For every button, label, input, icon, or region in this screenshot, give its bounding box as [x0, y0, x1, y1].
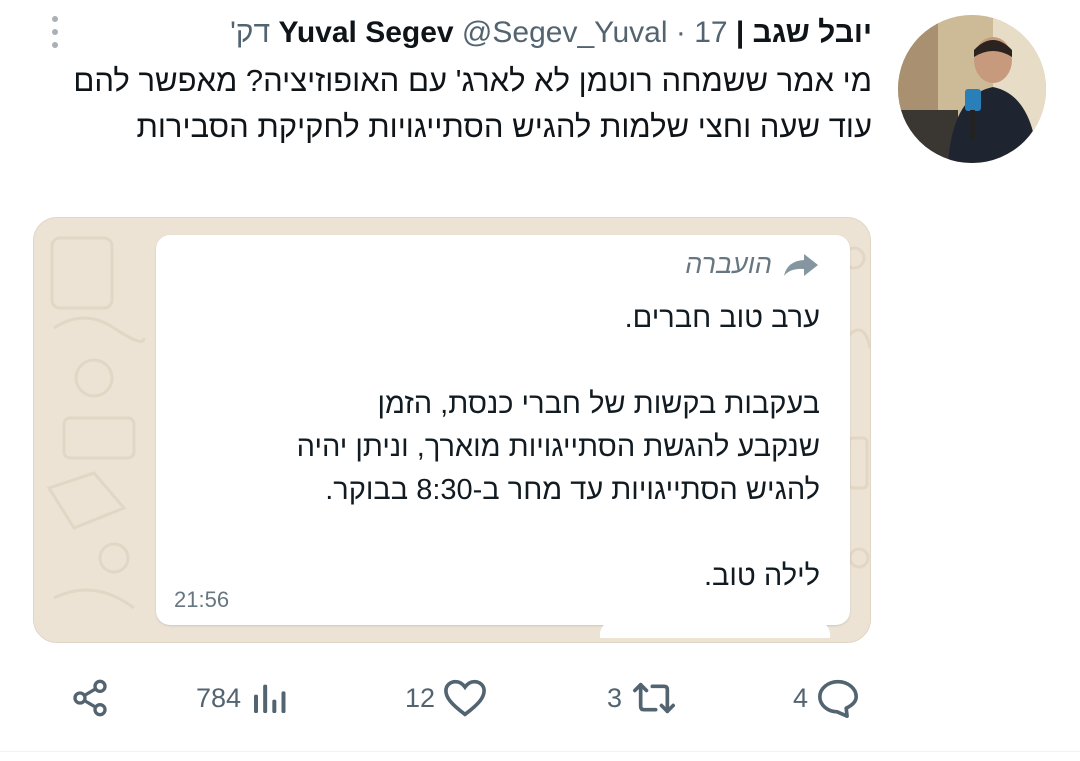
message-line: ערב טוב חברים. [624, 302, 820, 334]
tweet-action-bar: 784 12 3 4 [0, 670, 1080, 730]
tweet-text: מי אמר ששמחה רוטמן לא לארג' עם האופוזיצי… [73, 63, 872, 144]
message-line: שנקבע להגשת הסתייגויות מוארך, וניתן יהיה [296, 431, 820, 463]
message-line: לילה טוב. [704, 560, 820, 592]
author-name[interactable]: Yuval Segev [278, 16, 453, 49]
share-icon [73, 679, 107, 717]
tweet-media[interactable]: הועברה ערב טוב חברים. בעקבות בקשות של חב… [33, 217, 871, 643]
forwarded-label: הועברה [685, 249, 772, 279]
name-separator: | [735, 16, 745, 49]
next-bubble-edge [600, 622, 830, 638]
reply-icon [818, 679, 859, 718]
author-name-he[interactable]: יובל שגב [753, 16, 872, 49]
like-icon [444, 679, 486, 717]
views-button[interactable]: 784 [196, 678, 289, 718]
message-body: ערב טוב חברים. בעקבות בקשות של חברי כנסת… [180, 297, 820, 598]
message-timestamp: 21:56 [174, 587, 230, 612]
author-avatar[interactable] [898, 15, 1046, 163]
forward-arrow-icon [784, 253, 818, 276]
retweet-button[interactable]: 3 [607, 678, 678, 718]
avatar-photo [898, 15, 1046, 163]
likes-count: 12 [405, 682, 436, 713]
forwarded-message-bubble: הועברה ערב טוב חברים. בעקבות בקשות של חב… [156, 235, 850, 625]
reply-button[interactable]: 4 [793, 678, 860, 718]
dot-separator: · [675, 16, 686, 49]
more-icon[interactable] [45, 12, 65, 52]
views-count: 784 [196, 682, 242, 713]
retweets-count: 3 [607, 682, 623, 713]
bottom-divider [0, 751, 1080, 752]
retweet-icon [633, 682, 676, 714]
message-line: בעקבות בקשות של חברי כנסת, הזמן [377, 388, 820, 420]
message-line: להגיש הסתייגויות עד מחר ב-8:30 בבוקר. [325, 474, 820, 506]
forwarded-row: הועברה [685, 249, 820, 280]
share-button[interactable] [70, 678, 110, 718]
like-button[interactable]: 12 [405, 678, 487, 718]
views-icon [254, 684, 286, 713]
author-handle[interactable]: @Segev_Yuval [462, 16, 668, 49]
replies-count: 4 [793, 682, 809, 713]
tweet-header: יובל שגב | Yuval Segev @Segev_Yuval · 17… [230, 14, 872, 52]
